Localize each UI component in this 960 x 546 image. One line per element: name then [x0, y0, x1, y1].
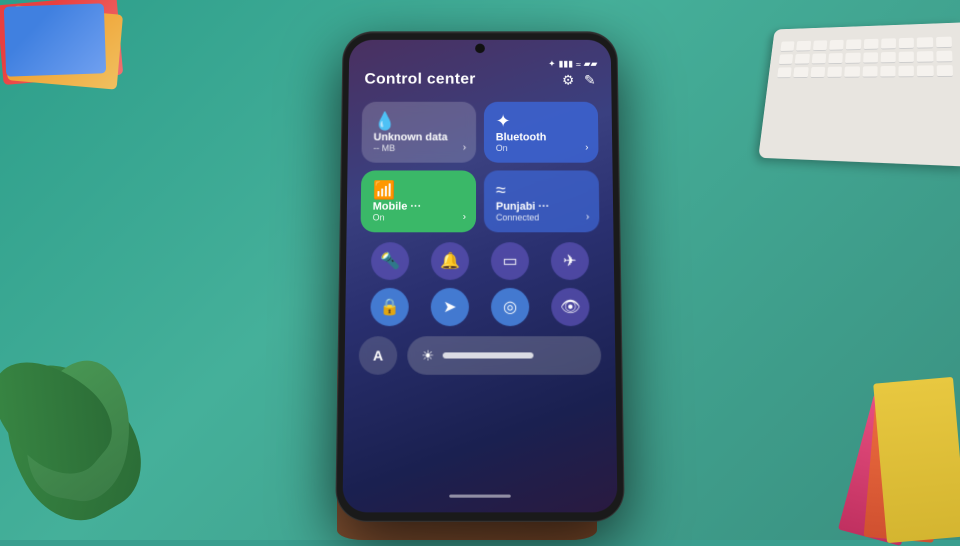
data-tile-arrow: › — [463, 142, 466, 153]
font-size-button[interactable]: A — [359, 336, 398, 375]
mobile-tile-arrow: › — [463, 212, 466, 223]
data-tile-icon: 💧 — [374, 111, 396, 130]
bluetooth-tile[interactable]: ✦ Bluetooth On › — [484, 102, 599, 163]
plant — [0, 240, 180, 540]
bluetooth-tile-title: Bluetooth — [496, 132, 587, 144]
flashlight-button[interactable]: 🔦 — [371, 242, 409, 280]
bottom-controls: A ☀ — [359, 336, 602, 375]
icon-row-2: 🔒 ➤ ◎ 👁 — [359, 288, 600, 326]
mobile-tile-subtitle: On — [373, 213, 465, 223]
lock-rotation-button[interactable]: 🔒 — [370, 288, 409, 326]
home-indicator — [449, 495, 510, 498]
wifi-tile-icon: ≈ — [496, 180, 506, 200]
screen-mirror-button[interactable]: ▭ — [491, 242, 529, 280]
phone-body: ✦ ▮▮▮ ≈ ▰▰ Control center ⚙ ✎ — [336, 32, 624, 520]
bluetooth-tile-subtitle: On — [496, 143, 587, 153]
wifi-tile-title: Punjabi ··· — [496, 201, 587, 213]
cc-header-icons: ⚙ ✎ — [562, 72, 596, 88]
data-tile-title: Unknown data — [373, 132, 464, 144]
desk-cards — [0, 0, 160, 120]
brightness-icon: ☀ — [421, 347, 434, 364]
status-bar: ✦ ▮▮▮ ≈ ▰▰ — [349, 53, 611, 71]
bluetooth-status-icon: ✦ — [548, 59, 555, 69]
phone: ✦ ▮▮▮ ≈ ▰▰ Control center ⚙ ✎ — [336, 32, 624, 520]
wifi-tile-arrow: › — [586, 212, 589, 223]
settings-icon[interactable]: ⚙ — [562, 72, 574, 88]
wifi-tile-subtitle: Connected — [496, 213, 588, 223]
cc-header: Control center ⚙ ✎ — [362, 71, 597, 88]
data-tile-subtitle: -- MB — [373, 143, 464, 153]
edit-icon[interactable]: ✎ — [584, 72, 596, 88]
icon-row-1: 🔦 🔔 ▭ ✈ — [360, 242, 600, 280]
cc-title: Control center — [364, 71, 475, 88]
focus-button[interactable]: ◎ — [491, 288, 529, 326]
wifi-status-icon: ≈ — [576, 59, 581, 69]
mobile-tile[interactable]: 📶 Mobile ··· On › — [360, 170, 476, 232]
control-center: Control center ⚙ ✎ 💧 Unknown data -- MB … — [344, 71, 615, 385]
brightness-slider[interactable]: ☀ — [407, 336, 601, 375]
bluetooth-tile-icon: ✦ — [496, 111, 511, 130]
eye-button[interactable]: 👁 — [551, 288, 590, 326]
notebook-yellow — [873, 377, 960, 543]
airplane-button[interactable]: ✈ — [551, 242, 589, 280]
keyboard — [758, 22, 960, 166]
mobile-tile-icon: 📶 — [373, 180, 395, 200]
mobile-tile-title: Mobile ··· — [373, 201, 464, 213]
wifi-tile[interactable]: ≈ Punjabi ··· Connected › — [484, 170, 600, 232]
camera-punch-hole — [475, 44, 485, 53]
notebooks — [840, 340, 960, 540]
phone-screen: ✦ ▮▮▮ ≈ ▰▰ Control center ⚙ ✎ — [342, 40, 617, 513]
card-blue — [4, 3, 106, 76]
battery-status-icon: ▰▰ — [584, 59, 598, 69]
bluetooth-tile-arrow: › — [585, 142, 588, 153]
tile-grid: 💧 Unknown data -- MB › ✦ Bluetooth On › — [360, 102, 599, 232]
location-button[interactable]: ➤ — [431, 288, 469, 326]
signal-status-icon: ▮▮▮ — [558, 59, 573, 69]
data-tile[interactable]: 💧 Unknown data -- MB › — [361, 102, 476, 163]
brightness-fill — [442, 352, 533, 358]
bell-button[interactable]: 🔔 — [431, 242, 469, 280]
notch-area — [349, 40, 611, 53]
keyboard-keys — [767, 27, 960, 87]
